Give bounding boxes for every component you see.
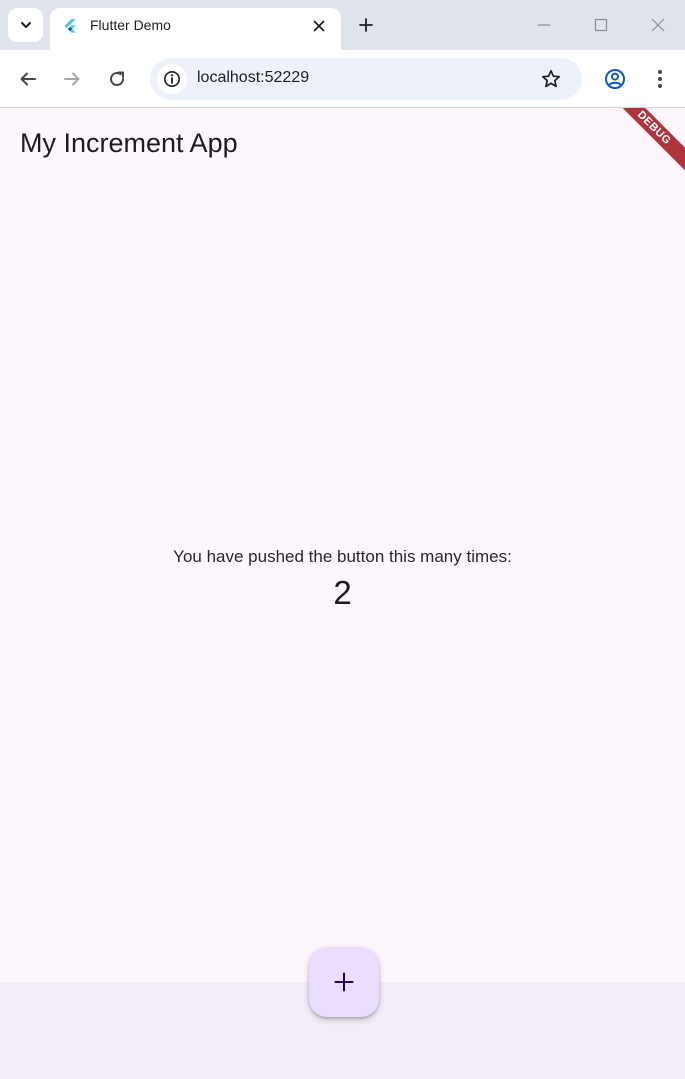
minimize-button[interactable]: [531, 12, 557, 38]
arrow-right-icon: [64, 72, 80, 86]
address-bar[interactable]: localhost:52229: [150, 58, 582, 100]
chevron-down-icon: [20, 22, 31, 28]
maximize-button[interactable]: [588, 12, 614, 38]
arrow-left-icon: [20, 72, 36, 86]
reload-button[interactable]: [101, 63, 133, 95]
plus-icon: [359, 18, 373, 32]
star-icon: [541, 69, 561, 88]
add-icon: [334, 972, 354, 992]
new-tab-button[interactable]: [353, 12, 379, 38]
close-icon: [313, 20, 325, 32]
maximize-icon: [594, 18, 608, 32]
debug-banner: DEBUG: [595, 108, 685, 187]
bookmark-button[interactable]: [538, 67, 564, 91]
account-circle-icon: [605, 69, 625, 89]
tab-search-button[interactable]: [8, 8, 43, 42]
browser-tab[interactable]: Flutter Demo: [50, 8, 341, 50]
browser-menu-button[interactable]: [644, 63, 676, 95]
browser-tab-strip: Flutter Demo: [0, 0, 685, 50]
info-icon: [164, 71, 180, 87]
app-body: My Increment App You have pushed the but…: [0, 108, 685, 982]
back-button[interactable]: [12, 63, 44, 95]
forward-button[interactable]: [56, 63, 88, 95]
increment-button[interactable]: [309, 947, 379, 1017]
close-icon: [651, 18, 665, 32]
site-info-button[interactable]: [157, 64, 187, 94]
tab-close-button[interactable]: [310, 17, 328, 35]
url-text[interactable]: localhost:52229: [197, 69, 309, 87]
browser-toolbar: localhost:52229: [0, 50, 685, 108]
profile-button[interactable]: [599, 63, 631, 95]
app-title: My Increment App: [20, 128, 238, 158]
flutter-logo-icon: [64, 19, 76, 33]
more-vert-icon: [658, 70, 662, 88]
tab-title: Flutter Demo: [90, 17, 171, 33]
reload-icon: [110, 71, 124, 86]
minimize-icon: [538, 24, 550, 26]
counter-caption: You have pushed the button this many tim…: [173, 547, 512, 566]
window-close-button[interactable]: [645, 12, 671, 38]
counter-value: 2: [333, 574, 352, 611]
